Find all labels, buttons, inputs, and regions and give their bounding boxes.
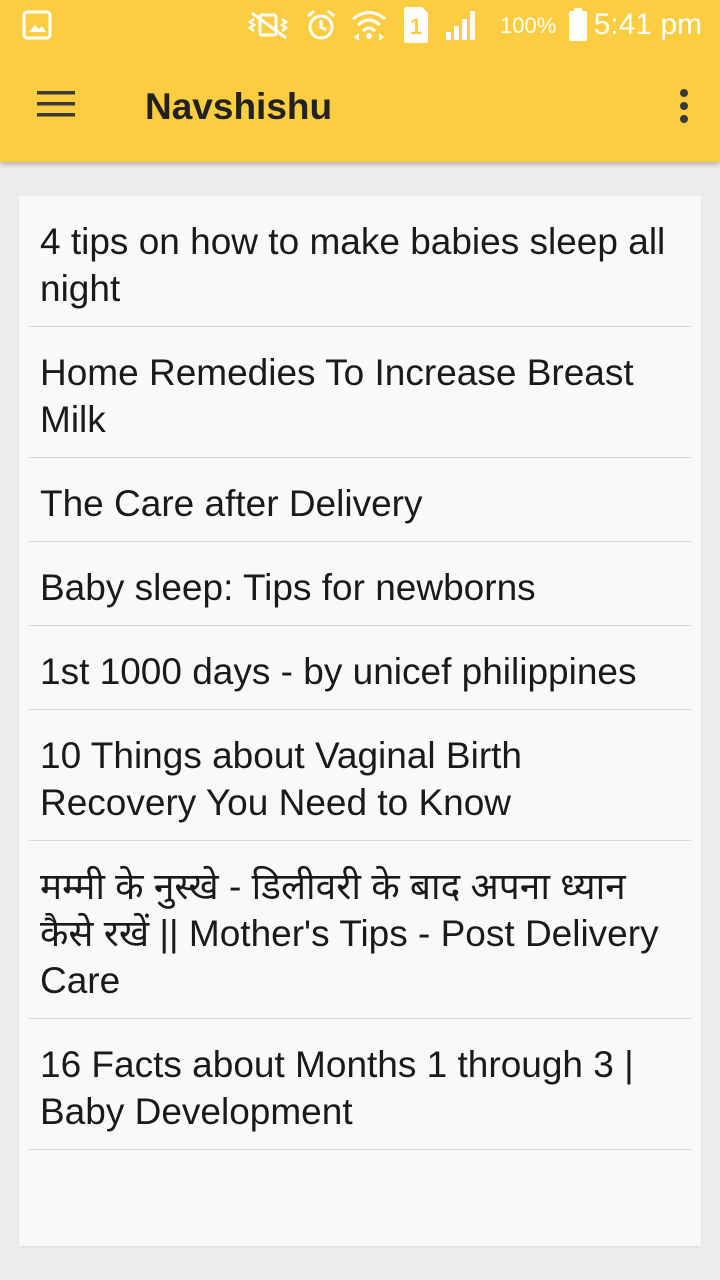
hamburger-menu-icon [37, 90, 75, 123]
article-list-card: 4 tips on how to make babies sleep all n… [19, 196, 701, 1246]
sim-label: 1 [410, 14, 422, 39]
status-bar: 1 100% 5:41 pm [0, 0, 720, 52]
list-item[interactable]: 16 Facts about Months 1 through 3 | Baby… [29, 1019, 691, 1150]
wifi-icon [350, 6, 388, 47]
signal-icon [444, 8, 480, 47]
toolbar: Navshishu [0, 52, 720, 162]
list-item[interactable]: 4 tips on how to make babies sleep all n… [29, 196, 691, 327]
list-item[interactable]: 10 Things about Vaginal Birth Recovery Y… [29, 710, 691, 841]
more-vert-icon [679, 88, 689, 128]
mute-vibrate-icon [246, 10, 292, 45]
list-item[interactable]: मम्मी के नुस्खे - डिलीवरी के बाद अपना ध्… [29, 841, 691, 1019]
sim-icon: 1 [402, 6, 430, 49]
list-item[interactable]: Home Remedies To Increase Breast Milk [29, 327, 691, 458]
article-list: 4 tips on how to make babies sleep all n… [19, 196, 701, 1150]
app-title: Navshishu [145, 86, 333, 127]
list-item[interactable]: Baby sleep: Tips for newborns [29, 542, 691, 626]
battery-icon [568, 8, 588, 47]
list-item[interactable]: 1st 1000 days - by unicef philippines [29, 626, 691, 710]
battery-percent: 100% [500, 13, 557, 38]
status-time: 5:41 pm [593, 8, 702, 41]
alarm-icon [304, 8, 338, 47]
app-bar: 1 100% 5:41 pm Navshishu [0, 0, 720, 162]
gallery-icon [22, 10, 52, 45]
overflow-menu-button[interactable] [668, 80, 700, 136]
menu-button[interactable] [24, 76, 88, 136]
list-item[interactable]: The Care after Delivery [29, 458, 691, 542]
